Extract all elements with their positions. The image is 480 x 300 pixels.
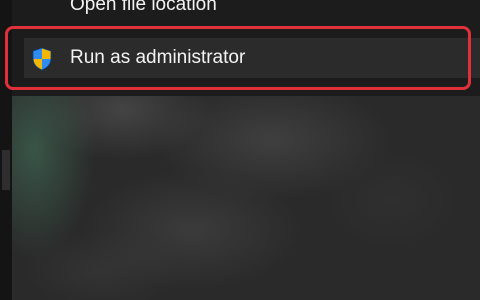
edge-notch <box>2 150 10 190</box>
menu-item-open-file-location[interactable]: Open file location <box>24 0 480 34</box>
screen: Open file location Run as administrator <box>0 0 480 300</box>
menu-item-label: Run as administrator <box>70 47 246 68</box>
menu-item-run-as-administrator[interactable]: Run as administrator <box>24 38 480 78</box>
context-menu: Open file location Run as administrator <box>12 0 480 96</box>
menu-item-label: Open file location <box>70 0 217 15</box>
screen-edge <box>0 0 12 300</box>
uac-shield-icon <box>29 46 55 72</box>
